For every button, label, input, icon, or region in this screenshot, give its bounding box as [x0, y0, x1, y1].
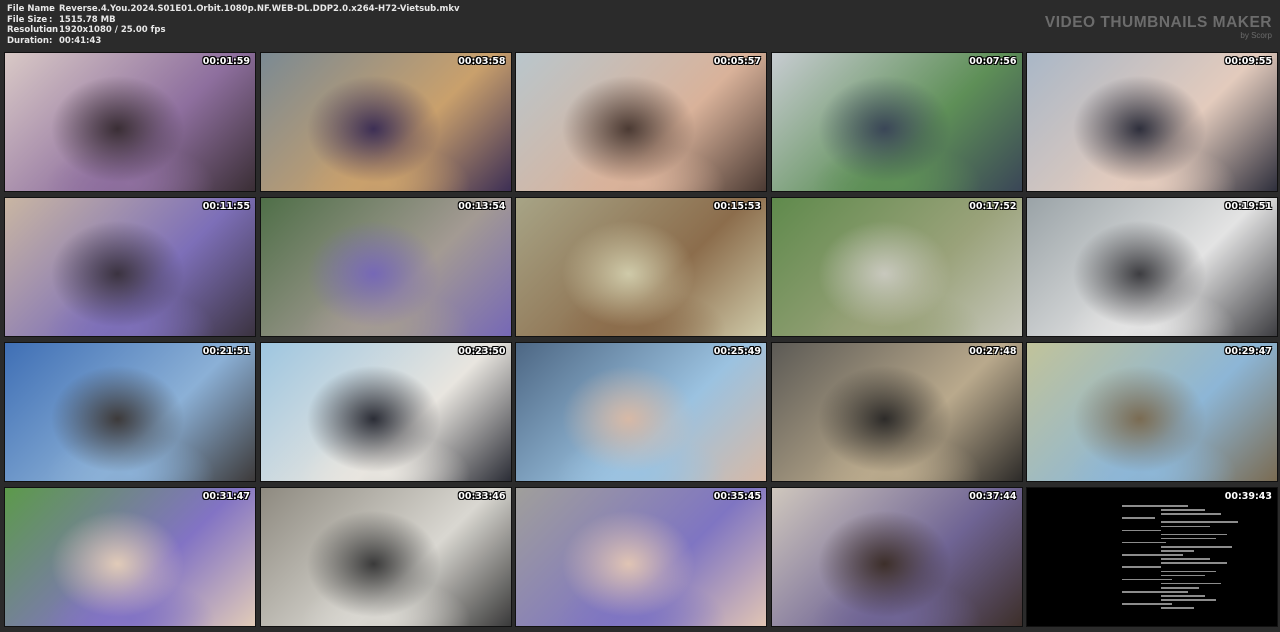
info-separator: : — [49, 35, 53, 46]
thumbnail-students-hallway[interactable]: 00:23:50 — [259, 342, 512, 482]
thumbnail-girl-laughing-closeup[interactable]: 00:05:57 — [515, 52, 767, 192]
thumbnail-image — [771, 343, 1022, 481]
thumbnail-image — [516, 53, 766, 191]
timestamp: 00:13:54 — [458, 201, 506, 212]
thumbnail-girl-smiling-desk[interactable]: 00:09:55 — [1026, 52, 1278, 192]
thumbnail-girl-blue-wall[interactable]: 00:21:51 — [4, 342, 256, 482]
info-separator: : — [49, 14, 53, 25]
timestamp: 00:05:57 — [713, 56, 761, 67]
credits-text — [1122, 488, 1238, 626]
info-separator: : — [49, 25, 53, 36]
timestamp: 00:31:47 — [202, 491, 250, 502]
timestamp: 00:35:45 — [713, 491, 761, 502]
timestamp: 00:11:55 — [202, 201, 250, 212]
timestamp: 00:21:51 — [202, 346, 250, 357]
thumbnail-woman-blue-shirt[interactable]: 00:25:49 — [515, 342, 767, 482]
brand-title: VIDEO THUMBNAILS MAKER — [1044, 14, 1272, 31]
info-key: File Name — [7, 4, 55, 14]
thumbnail-image — [516, 343, 766, 481]
thumbnail-image — [260, 53, 511, 191]
thumbnail-two-women-garden[interactable]: 00:13:54 — [259, 197, 512, 337]
brand-watermark: VIDEO THUMBNAILS MAKER by Scorp — [1045, 15, 1272, 41]
info-key: Duration — [7, 35, 49, 46]
thumbnail-girl-purple-jacket-closeup[interactable]: 00:01:59 — [4, 52, 256, 192]
thumbnail-image — [260, 488, 511, 626]
info-value: Reverse.4.You.2024.S01E01.Orbit.1080p.NF… — [59, 4, 460, 14]
timestamp: 00:17:52 — [969, 201, 1017, 212]
timestamp: 00:33:46 — [458, 491, 506, 502]
thumbnail-classroom-students[interactable]: 00:19:51 — [1026, 197, 1278, 337]
timestamp: 00:07:56 — [969, 56, 1017, 67]
info-row: Resolution:1920x1080 / 25.00 fps — [7, 25, 460, 36]
timestamp: 00:03:58 — [458, 56, 506, 67]
thumbnail-end-credits[interactable]: 00:39:43 — [1026, 487, 1278, 627]
thumbnail-image — [5, 488, 255, 626]
info-key: Resolution — [7, 25, 59, 36]
info-row: File Size:1515.78 MB — [7, 15, 460, 26]
thumbnail-grid: 00:01:59 00:03:58 00:05:57 00:07:56 00:09:55… — [4, 52, 1278, 627]
file-info: File Name: Reverse.4.You.2024.S01E01.Orbi… — [7, 4, 460, 46]
thumbnail-woman-room-curtain[interactable]: 00:29:47 — [1026, 342, 1278, 482]
info-key: File Size — [7, 14, 48, 25]
info-row: Duration:00:41:43 — [7, 36, 460, 47]
thumbnail-woman-holding-purple-coat[interactable]: 00:03:58 — [259, 52, 512, 192]
info-value: 1515.78 MB — [59, 14, 116, 25]
thumbnail-image — [1027, 53, 1277, 191]
timestamp: 00:37:44 — [969, 491, 1017, 502]
thumbnail-image — [260, 343, 511, 481]
timestamp: 00:01:59 — [202, 56, 250, 67]
thumbnail-boy-at-schoolyard[interactable]: 00:07:56 — [770, 52, 1023, 192]
thumbnail-image — [771, 53, 1022, 191]
timestamp: 00:25:49 — [713, 346, 761, 357]
timestamp: 00:39:43 — [1224, 491, 1272, 502]
thumbnail-image — [5, 343, 255, 481]
thumbnail-image — [516, 488, 766, 626]
timestamp: 00:29:47 — [1224, 346, 1272, 357]
thumbnail-image — [771, 198, 1022, 336]
thumbnail-image — [5, 198, 255, 336]
thumbnail-girl-phone-outdoors[interactable]: 00:31:47 — [4, 487, 256, 627]
thumbnail-campus-tree-road[interactable]: 00:17:52 — [770, 197, 1023, 337]
timestamp: 00:23:50 — [458, 346, 506, 357]
brand-subtitle: by Scorp — [1240, 31, 1272, 40]
thumbnail-image — [1027, 488, 1277, 626]
timestamp: 00:27:48 — [969, 346, 1017, 357]
thumbnail-girl-living-room[interactable]: 00:15:53 — [515, 197, 767, 337]
thumbnail-image — [5, 53, 255, 191]
thumbnail-image — [1027, 343, 1277, 481]
thumbnail-image — [260, 198, 511, 336]
thumbnail-girl-surprised[interactable]: 00:35:45 — [515, 487, 767, 627]
info-row: File Name: Reverse.4.You.2024.S01E01.Orbi… — [7, 4, 460, 15]
thumbnail-image — [1027, 198, 1277, 336]
thumbnail-image — [771, 488, 1022, 626]
timestamp: 00:19:51 — [1224, 201, 1272, 212]
timestamp: 00:09:55 — [1224, 56, 1272, 67]
thumbnail-girl-purple-jacket-smiling[interactable]: 00:11:55 — [4, 197, 256, 337]
info-value: 00:41:43 — [59, 35, 102, 46]
thumbnail-group-scared-room[interactable]: 00:37:44 — [770, 487, 1023, 627]
thumbnail-courtyard-students[interactable]: 00:33:46 — [259, 487, 512, 627]
info-value: 1920x1080 / 25.00 fps — [59, 25, 166, 36]
info-separator: : — [49, 4, 53, 14]
thumbnail-image — [516, 198, 766, 336]
thumbnail-man-at-gate[interactable]: 00:27:48 — [770, 342, 1023, 482]
timestamp: 00:15:53 — [713, 201, 761, 212]
